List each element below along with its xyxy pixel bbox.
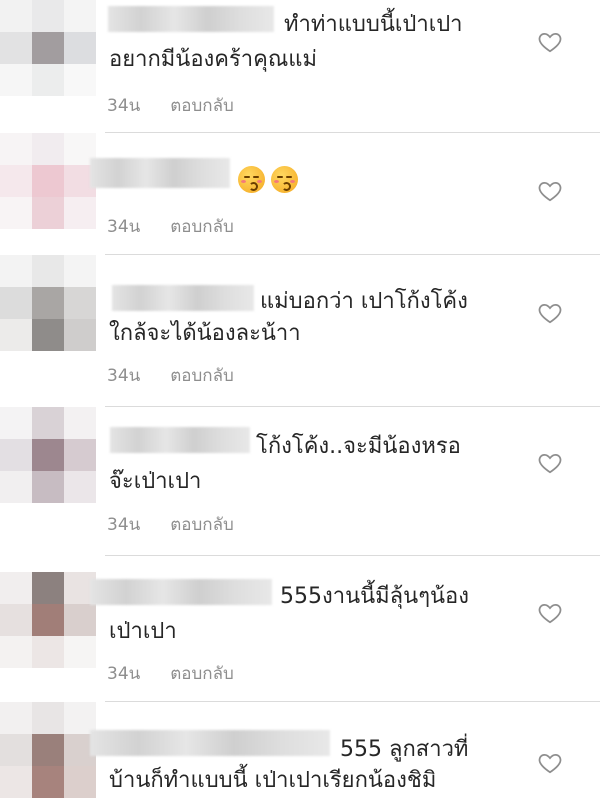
comment-text-line: บ้านก็ทำแบบนี้ เป่าเปาเรียกน้องชิมิ xyxy=(109,768,437,793)
comment-meta: 34น ตอบกลับ xyxy=(107,213,234,240)
heart-icon[interactable] xyxy=(537,300,563,326)
heart-icon[interactable] xyxy=(537,29,563,55)
comment-text-line xyxy=(232,164,298,194)
divider xyxy=(105,555,600,556)
heart-icon[interactable] xyxy=(537,600,563,626)
comment-meta: 34น ตอบกลับ xyxy=(107,92,234,119)
comment-text-line: อยากมีน้องคร้าคุณแม่ xyxy=(109,47,317,72)
username-redacted[interactable] xyxy=(112,285,254,311)
comment-text-line: จ๊ะเป่าเปา xyxy=(109,469,202,494)
comment-item: โก้งโค้ง..จะมีน้องหรอ จ๊ะเป่าเปา 34น ตอบก… xyxy=(0,407,600,556)
kissing-face-emoji xyxy=(271,165,298,193)
username-redacted[interactable] xyxy=(90,158,230,188)
avatar[interactable] xyxy=(0,0,96,96)
comment-meta: 34น ตอบกลับ xyxy=(107,362,234,389)
comment-item: 555 ลูกสาวที่ บ้านก็ทำแบบนี้ เป่าเปาเรีย… xyxy=(0,702,600,802)
comment-text-line: โก้งโค้ง..จะมีน้องหรอ xyxy=(256,434,461,459)
comment-time: 34น xyxy=(107,366,141,386)
comment-meta: 34น ตอบกลับ xyxy=(107,660,234,687)
comment-text-line: ใกล้จะได้น้องละน้าา xyxy=(109,321,301,346)
comment-text-line: ทำท่าแบบนี้เป่าเปา xyxy=(284,12,463,37)
comment-item: ทำท่าแบบนี้เป่าเปา อยากมีน้องคร้าคุณแม่ … xyxy=(0,0,600,133)
reply-button[interactable]: ตอบกลับ xyxy=(170,366,234,386)
username-redacted[interactable] xyxy=(90,730,330,756)
comment-item: แม่บอกว่า เปาโก้งโค้ง ใกล้จะได้น้องละน้า… xyxy=(0,255,600,407)
reply-button[interactable]: ตอบกลับ xyxy=(170,96,234,116)
comment-time: 34น xyxy=(107,217,141,237)
comment-text-line: 555งานนี้มีลุ้นๆน้อง xyxy=(280,584,469,609)
avatar[interactable] xyxy=(0,572,96,668)
comment-time: 34น xyxy=(107,664,141,684)
comment-meta: 34น ตอบกลับ xyxy=(107,511,234,538)
comment-time: 34น xyxy=(107,96,141,116)
username-redacted[interactable] xyxy=(110,427,250,453)
comment-text-line: 555 ลูกสาวที่ xyxy=(340,737,469,762)
heart-icon[interactable] xyxy=(537,450,563,476)
heart-icon[interactable] xyxy=(537,750,563,776)
kissing-face-emoji xyxy=(238,165,265,193)
comment-text-line: แม่บอกว่า เปาโก้งโค้ง xyxy=(260,289,468,314)
comment-item: 555งานนี้มีลุ้นๆน้อง เป่าเปา 34น ตอบกลับ xyxy=(0,557,600,702)
comment-item: 34น ตอบกลับ xyxy=(0,133,600,257)
heart-icon[interactable] xyxy=(537,178,563,204)
reply-button[interactable]: ตอบกลับ xyxy=(170,664,234,684)
avatar[interactable] xyxy=(0,255,96,351)
username-redacted[interactable] xyxy=(90,579,272,605)
comment-time: 34น xyxy=(107,515,141,535)
comment-text-line: เป่าเปา xyxy=(109,619,177,644)
avatar[interactable] xyxy=(0,702,96,798)
username-redacted[interactable] xyxy=(108,6,274,32)
avatar[interactable] xyxy=(0,133,96,229)
reply-button[interactable]: ตอบกลับ xyxy=(170,515,234,535)
reply-button[interactable]: ตอบกลับ xyxy=(170,217,234,237)
avatar[interactable] xyxy=(0,407,96,503)
